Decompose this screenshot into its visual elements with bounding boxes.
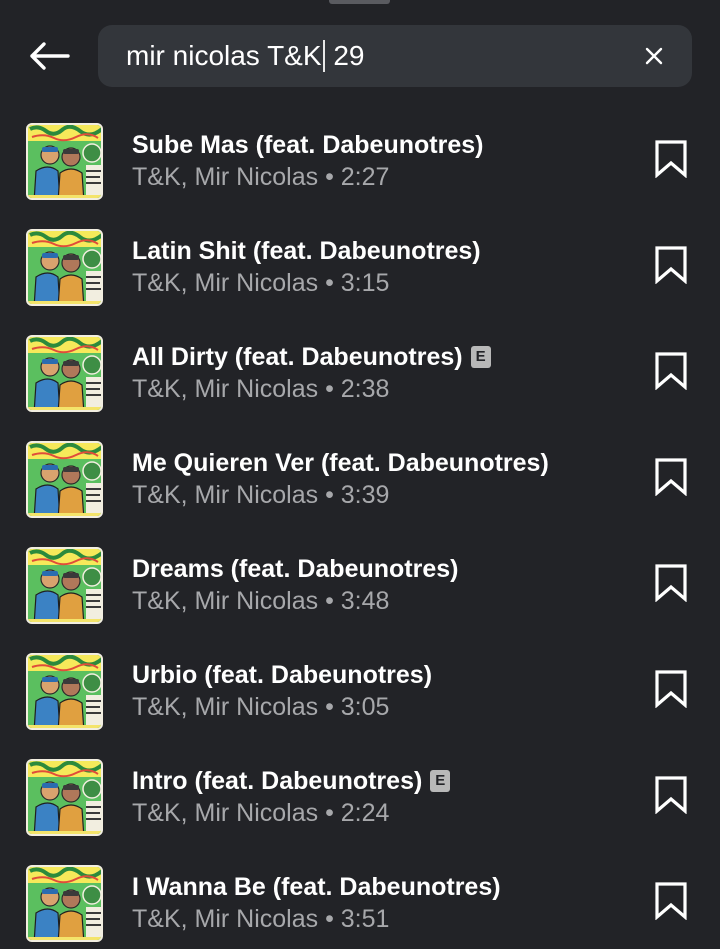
bookmark-button[interactable] bbox=[648, 878, 694, 924]
track-row[interactable]: Intro (feat. Dabeunotres) E T&K, Mir Nicol… bbox=[0, 759, 720, 865]
bookmark-icon bbox=[654, 246, 688, 284]
track-artists-duration: T&K, Mir Nicolas • 2:24 bbox=[132, 799, 390, 827]
explicit-badge: E bbox=[430, 770, 451, 792]
track-artists-duration: T&K, Mir Nicolas • 3:15 bbox=[132, 269, 390, 297]
bookmark-icon bbox=[654, 776, 688, 814]
track-title: Urbio (feat. Dabeunotres) bbox=[132, 661, 433, 689]
back-button[interactable] bbox=[24, 34, 74, 78]
search-screen: mir nicolas T&K 29 Sube Mas (feat. Dabeu… bbox=[0, 0, 720, 949]
bookmark-button[interactable] bbox=[648, 348, 694, 394]
clear-search-button[interactable] bbox=[640, 42, 668, 70]
track-artists-duration: T&K, Mir Nicolas • 3:05 bbox=[132, 693, 390, 721]
bookmark-button[interactable] bbox=[648, 454, 694, 500]
album-cover-image bbox=[26, 123, 103, 200]
bookmark-button[interactable] bbox=[648, 560, 694, 606]
track-artists-duration: T&K, Mir Nicolas • 2:27 bbox=[132, 163, 390, 191]
search-bar: mir nicolas T&K 29 bbox=[98, 25, 692, 87]
track-title-line: Me Quieren Ver (feat. Dabeunotres) bbox=[132, 448, 549, 478]
bookmark-icon bbox=[654, 140, 688, 178]
bookmark-icon bbox=[654, 564, 688, 602]
track-title-line: Latin Shit (feat. Dabeunotres) bbox=[132, 236, 481, 266]
track-title-line: Intro (feat. Dabeunotres) E bbox=[132, 766, 451, 796]
track-title: I Wanna Be (feat. Dabeunotres) bbox=[132, 873, 501, 901]
drag-handle[interactable] bbox=[329, 0, 390, 4]
track-artists-duration: T&K, Mir Nicolas • 3:51 bbox=[132, 905, 390, 933]
bookmark-icon bbox=[654, 670, 688, 708]
arrow-left-icon bbox=[30, 42, 70, 70]
track-artists-duration: T&K, Mir Nicolas • 3:39 bbox=[132, 481, 390, 509]
explicit-badge: E bbox=[470, 346, 491, 368]
search-query: mir nicolas T&K bbox=[126, 40, 322, 71]
bookmark-icon bbox=[654, 882, 688, 920]
track-row[interactable]: I Wanna Be (feat. Dabeunotres) T&K, Mir N… bbox=[0, 865, 720, 949]
bookmark-button[interactable] bbox=[648, 242, 694, 288]
track-title-line: Dreams (feat. Dabeunotres) bbox=[132, 554, 458, 584]
track-title: Latin Shit (feat. Dabeunotres) bbox=[132, 237, 481, 265]
track-row[interactable]: Latin Shit (feat. Dabeunotres) T&K, Mir N… bbox=[0, 229, 720, 335]
search-input[interactable]: mir nicolas T&K 29 bbox=[98, 25, 618, 87]
track-row[interactable]: Me Quieren Ver (feat. Dabeunotres) T&K, M… bbox=[0, 441, 720, 547]
track-title-line: Urbio (feat. Dabeunotres) bbox=[132, 660, 432, 690]
album-cover-image bbox=[26, 653, 103, 730]
album-cover-image bbox=[26, 759, 103, 836]
bookmark-icon bbox=[654, 352, 688, 390]
track-row[interactable]: Sube Mas (feat. Dabeunotres) T&K, Mir Nic… bbox=[0, 123, 720, 229]
track-title-line: All Dirty (feat. Dabeunotres) E bbox=[132, 342, 491, 372]
track-title-line: I Wanna Be (feat. Dabeunotres) bbox=[132, 872, 501, 902]
bookmark-button[interactable] bbox=[648, 136, 694, 182]
album-cover-image bbox=[26, 547, 103, 624]
bookmark-button[interactable] bbox=[648, 666, 694, 712]
track-title: Dreams (feat. Dabeunotres) bbox=[132, 555, 459, 583]
track-title: All Dirty (feat. Dabeunotres) bbox=[132, 343, 463, 371]
track-title: Sube Mas (feat. Dabeunotres) bbox=[132, 131, 484, 159]
album-cover-image bbox=[26, 865, 103, 942]
bookmark-button[interactable] bbox=[648, 772, 694, 818]
track-artists-duration: T&K, Mir Nicolas • 3:48 bbox=[132, 587, 390, 615]
bookmark-icon bbox=[654, 458, 688, 496]
track-row[interactable]: Urbio (feat. Dabeunotres) T&K, Mir Nicola… bbox=[0, 653, 720, 759]
track-row[interactable]: Dreams (feat. Dabeunotres) T&K, Mir Nicol… bbox=[0, 547, 720, 653]
close-icon bbox=[645, 47, 663, 65]
search-query-tail: 29 bbox=[325, 40, 365, 71]
album-cover-image bbox=[26, 229, 103, 306]
track-title: Intro (feat. Dabeunotres) bbox=[132, 767, 423, 795]
album-cover-image bbox=[26, 335, 103, 412]
album-cover-image bbox=[26, 441, 103, 518]
track-row[interactable]: All Dirty (feat. Dabeunotres) E T&K, Mir N… bbox=[0, 335, 720, 441]
text-cursor bbox=[322, 40, 325, 72]
track-title-line: Sube Mas (feat. Dabeunotres) bbox=[132, 130, 483, 160]
track-title: Me Quieren Ver (feat. Dabeunotres) bbox=[132, 449, 549, 477]
track-artists-duration: T&K, Mir Nicolas • 2:38 bbox=[132, 375, 390, 403]
